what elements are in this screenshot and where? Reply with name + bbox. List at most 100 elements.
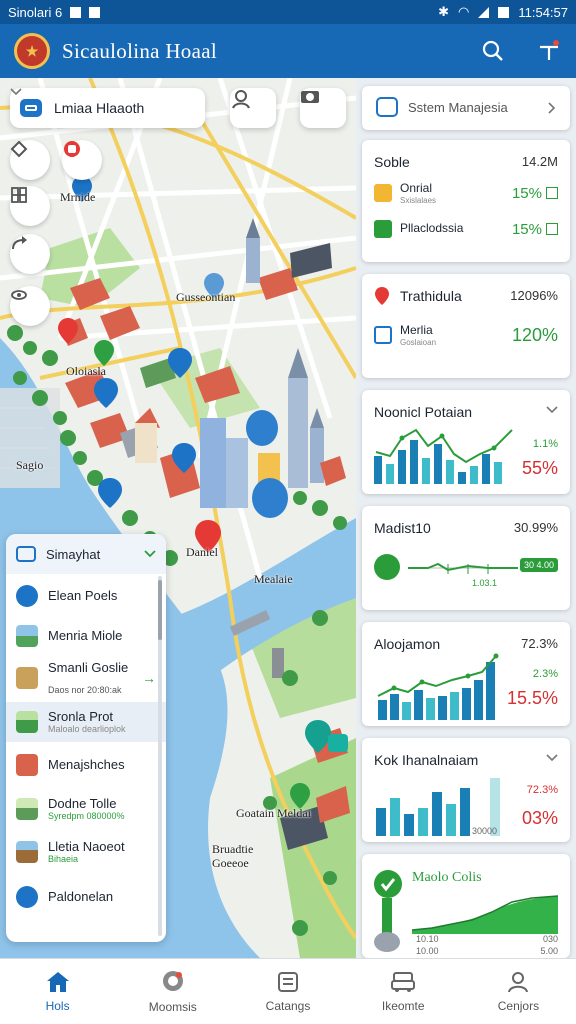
museum-icon (16, 841, 38, 863)
scrollbar-thumb[interactable] (158, 580, 162, 640)
map-label[interactable]: Mrnide (60, 190, 95, 205)
list-item-label: Smanli Goslie (48, 659, 129, 675)
places-list-panel[interactable]: Simayhat Elean Poels Menria Miole Smanli… (6, 534, 166, 942)
pool-icon (16, 585, 38, 607)
nav-home[interactable]: Hols (0, 959, 115, 1024)
list-item-label: Elean Poels (48, 588, 118, 604)
trend-title: Trathidula (400, 288, 462, 304)
camera-button[interactable] (300, 88, 346, 128)
sparkline-chart (408, 562, 518, 574)
map-label[interactable]: Bruadtie Goeeoe (212, 842, 253, 871)
food-filter-button[interactable] (62, 140, 102, 180)
map-label[interactable]: Gusseontian (176, 290, 235, 305)
trend-card[interactable]: Trathidula 12096% Merlia Goslaioan 120% (362, 274, 570, 378)
park-icon (16, 711, 38, 733)
notification-icon-2 (89, 6, 101, 18)
list-item[interactable]: Menria Miole (6, 618, 166, 654)
list-scrollbar[interactable] (158, 576, 162, 936)
list-item[interactable]: Menajshches (6, 742, 166, 788)
chart-card-1[interactable]: Noonicl Potaian 1.1% 55% (362, 390, 570, 494)
nav-places[interactable]: Moomsis (115, 959, 230, 1024)
checkbox-icon[interactable] (546, 187, 558, 200)
gauge-base (374, 932, 400, 952)
nav-profile[interactable]: Cenjors (461, 959, 576, 1024)
confirm-icon[interactable] (374, 554, 400, 580)
view-toggle-button[interactable] (10, 286, 50, 326)
system-label: Sstem Manajesia (408, 100, 508, 115)
trend-row-sub: Goslaioan (400, 337, 437, 347)
arrow-right-icon[interactable]: → (142, 670, 156, 686)
chevron-down-icon[interactable] (546, 406, 558, 414)
map-label[interactable]: Mealaie (254, 572, 293, 587)
stats-row[interactable]: Onrial Sxislalaes 15% (374, 181, 558, 205)
list-item-label: Sronla Prot (48, 708, 114, 724)
app-logo[interactable]: ★ (14, 33, 50, 69)
list-header[interactable]: Simayhat (6, 534, 166, 574)
home-icon (46, 971, 69, 992)
stats-row[interactable]: Pllaclodssia 15% (374, 220, 558, 238)
list-item-label: Menria Miole (48, 628, 123, 644)
checkbox-icon[interactable] (546, 223, 558, 235)
directions-button[interactable] (10, 234, 50, 274)
list-icon (278, 971, 298, 992)
map-label[interactable]: Daniel (186, 545, 218, 560)
nav-transport[interactable]: Ikeomte (346, 959, 461, 1024)
list-item[interactable]: Lletia Naoeot Bihaeia (6, 830, 166, 874)
globe-icon (16, 886, 38, 908)
grid-icon (11, 187, 27, 203)
chart2-badge: 30 4.00 (519, 558, 558, 572)
camera-icon (301, 91, 319, 103)
search-icon (482, 40, 503, 61)
wifi-icon: ◠ (458, 4, 470, 19)
user-locate-button[interactable] (230, 88, 276, 128)
map-label[interactable]: Goatain Meldai (236, 806, 311, 821)
chart4-top: 72.3% (526, 784, 558, 796)
stats-title: Soble (374, 154, 410, 170)
chart4-title: Kok Ihanalnaiam (374, 752, 479, 768)
stats-card[interactable]: Soble 14.2M Onrial Sxislalaes 15% Pllacl… (362, 140, 570, 262)
bluetooth-icon: ✱ (438, 4, 450, 19)
list-item-label: Dodne Tolle (48, 795, 117, 811)
store-icon (16, 754, 38, 776)
search-button[interactable] (480, 38, 506, 64)
nav-label: Ikeomte (381, 998, 425, 1013)
nav-categories[interactable]: Catangs (230, 959, 345, 1024)
filter-button[interactable] (536, 38, 562, 64)
bar-line-chart-3 (377, 653, 499, 720)
layers-icon (10, 140, 28, 158)
chart3-top: 72.3% (521, 636, 558, 651)
chart-card-2[interactable]: Madist10 30.99% 1.03.1 30 4.00 (362, 506, 570, 610)
trend-row[interactable]: Merlia Goslaioan 120% (374, 323, 558, 347)
trend-pct: 120% (511, 324, 558, 345)
list-item-sub: Bihaeia (48, 854, 79, 865)
stats-row-pct: 15% (511, 220, 542, 238)
layers-button[interactable] (10, 140, 50, 180)
chevron-down-icon[interactable] (546, 754, 558, 762)
restaurant-pin-icon (64, 141, 80, 157)
list-item[interactable]: Dodne Tolle Syredpm 080000% (6, 788, 166, 830)
list-item[interactable]: Elean Poels (6, 574, 166, 618)
building-icon (16, 667, 38, 689)
chart-card-5[interactable]: Maolo Colis 10.10 030 10.00 5.00 (362, 854, 570, 958)
location-icon (20, 99, 42, 117)
location-select[interactable]: Lmiaa Hlaaoth (10, 88, 205, 128)
grid-button[interactable] (10, 186, 50, 226)
map-label[interactable]: Sagio (16, 458, 43, 473)
map-label[interactable]: Oloiasla (66, 364, 106, 379)
list-item-label: Lletia Naoeot (48, 838, 125, 854)
chart4-big: 03% (521, 808, 558, 828)
stats-row-title: Pllaclodssia (400, 221, 464, 236)
chart-card-3[interactable]: Aloojamon 72.3% 2.3% 15.5% (362, 622, 570, 726)
trend-value: 12096% (510, 288, 558, 303)
chart-card-4[interactable]: Kok Ihanalnaiam 72.3% 30000 03% (362, 738, 570, 842)
chevron-right-icon (548, 102, 556, 114)
list-item[interactable]: Paldonelan (6, 874, 166, 920)
success-icon (374, 870, 402, 898)
car-icon (391, 971, 416, 992)
chart5-title: Maolo Colis (412, 870, 482, 885)
list-item[interactable]: Smanli Goslie Daos nor 20:80:ak → (6, 654, 166, 702)
list-item-selected[interactable]: Sronla Prot Maloalo dearlioplok (6, 702, 166, 742)
system-select-card[interactable]: Sstem Manajesia (362, 86, 570, 130)
chart4-axis: 30000 (472, 826, 498, 836)
chevron-down-icon[interactable] (144, 550, 156, 558)
